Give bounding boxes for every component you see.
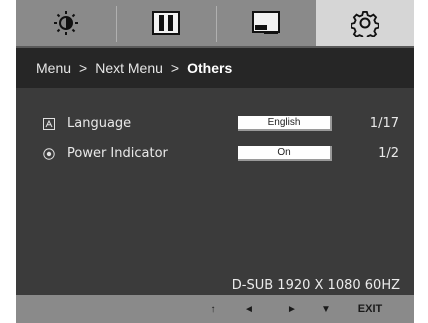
picture-icon	[152, 11, 180, 35]
breadcrumb-separator: >	[79, 60, 88, 76]
setting-row-power-indicator[interactable]: Power Indicator On 1/2	[16, 144, 414, 164]
setting-label: Power Indicator	[67, 146, 168, 161]
osd-menu: Menu > Next Menu > Others Language Engli…	[16, 0, 414, 323]
breadcrumb-next-menu: Next Menu	[95, 60, 163, 76]
breadcrumb-separator: >	[170, 60, 180, 76]
settings-gear-icon	[351, 11, 379, 37]
tab-color[interactable]	[216, 0, 316, 46]
breadcrumb: Menu > Next Menu > Others	[16, 48, 414, 88]
right-button[interactable]: ►	[285, 301, 299, 317]
power-indicator-value[interactable]: On	[238, 146, 332, 161]
brightness-icon	[54, 11, 78, 35]
breadcrumb-menu: Menu	[36, 60, 72, 76]
tab-picture[interactable]	[116, 0, 216, 46]
tab-brightness[interactable]	[16, 0, 116, 46]
setting-row-language[interactable]: Language English 1/17	[16, 114, 414, 134]
button-bar: ↑ ◄ ► ▼ EXIT	[16, 295, 414, 323]
tab-settings[interactable]	[316, 0, 414, 46]
breadcrumb-current: Others	[187, 60, 233, 76]
settings-panel: Language English 1/17 Power Indicator On…	[16, 88, 414, 276]
tab-bar	[16, 0, 414, 48]
input-resolution-status: D-SUB 1920 X 1080 60HZ	[16, 276, 414, 295]
left-button[interactable]: ◄	[242, 301, 256, 317]
exit-button[interactable]: EXIT	[352, 301, 388, 317]
down-button[interactable]: ▼	[319, 301, 333, 317]
setting-label: Language	[67, 116, 132, 131]
language-value[interactable]: English	[238, 116, 332, 131]
option-counter: 1/17	[369, 116, 399, 131]
language-icon	[43, 118, 55, 130]
power-indicator-icon	[43, 148, 55, 160]
color-icon	[252, 11, 280, 34]
up-button[interactable]: ↑	[206, 301, 220, 317]
option-counter: 1/2	[378, 146, 399, 161]
